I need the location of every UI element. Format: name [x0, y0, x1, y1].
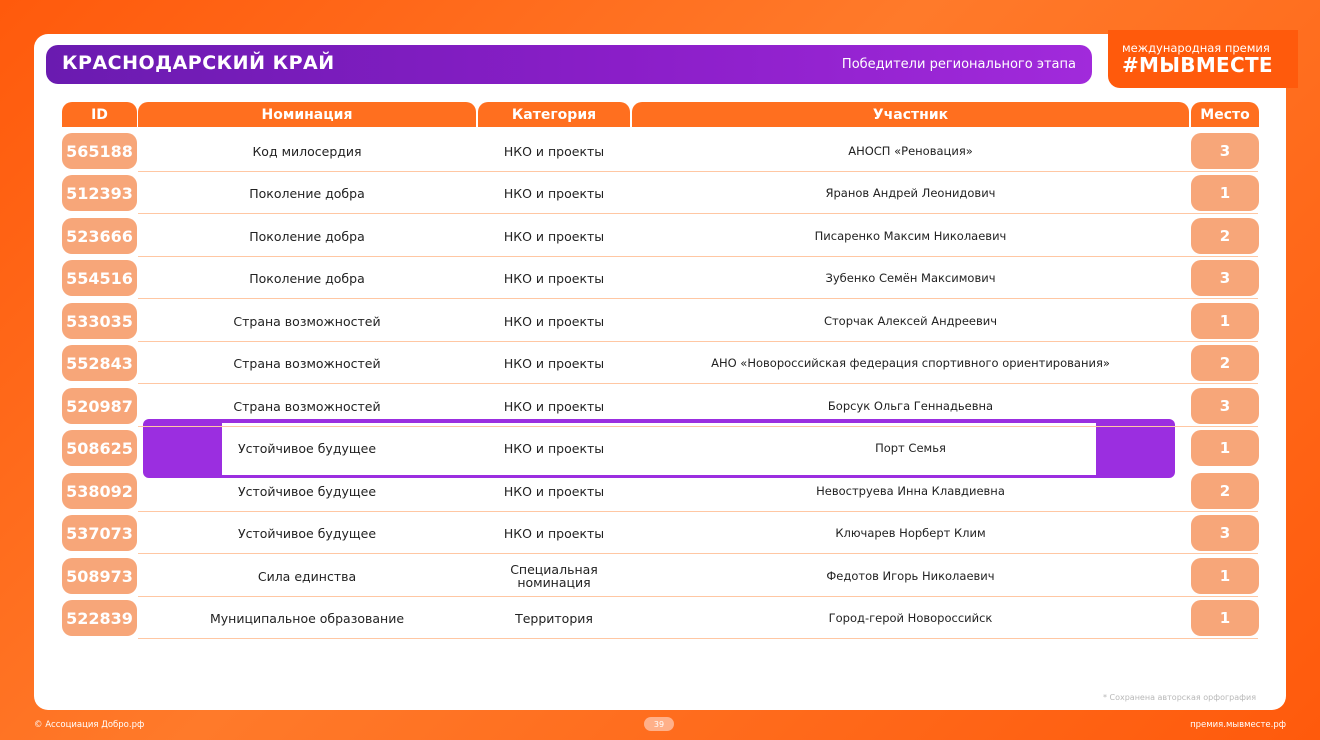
- row-id: 508973: [62, 558, 137, 594]
- row-participant: Ключарев Норберт Клим: [835, 525, 986, 540]
- col-header-participant: Участник: [632, 102, 1189, 127]
- row-participant: Зубенко Семён Максимович: [825, 270, 996, 285]
- row-place: 3: [1191, 260, 1259, 296]
- row-nomination: Поколение добра: [249, 185, 365, 201]
- row-id: 508625: [62, 430, 137, 466]
- row-id: 522839: [62, 600, 137, 636]
- row-category: НКО и проекты: [503, 355, 605, 371]
- row-id: 520987: [62, 388, 137, 424]
- row-participant: Яранов Андрей Леонидович: [825, 185, 996, 200]
- row-nomination: Муниципальное образование: [209, 610, 405, 626]
- row-place: 3: [1191, 515, 1259, 551]
- row-category: НКО и проекты: [503, 483, 605, 499]
- row-participant: Федотов Игорь Николаевич: [826, 568, 995, 583]
- row-participant: Порт Семья: [875, 440, 946, 455]
- row-place: 2: [1191, 218, 1259, 254]
- row-category: НКО и проекты: [503, 185, 605, 201]
- row-nomination: Страна возможностей: [233, 313, 381, 329]
- row-nomination: Поколение добра: [249, 228, 365, 244]
- row-place: 1: [1191, 175, 1259, 211]
- row-id: 538092: [62, 473, 137, 509]
- page-number: 39: [644, 717, 674, 731]
- row-place: 1: [1191, 558, 1259, 594]
- row-category: НКО и проекты: [503, 228, 605, 244]
- row-id: 554516: [62, 260, 137, 296]
- footer-copyright: © Ассоциация Добро.рф: [34, 720, 145, 730]
- region-title: КРАСНОДАРСКИЙ КРАЙ: [62, 52, 335, 74]
- row-nomination: Сила единства: [257, 568, 357, 584]
- table-row: 512393 Поколение добра НКО и проекты Яра…: [0, 172, 1320, 214]
- col-header-category: Категория: [478, 102, 630, 127]
- row-category: НКО и проекты: [503, 270, 605, 286]
- spelling-note: * Сохранена авторская орфография: [1102, 693, 1256, 702]
- row-divider: [138, 638, 1258, 639]
- row-category: НКО и проекты: [503, 143, 605, 159]
- row-id: 523666: [62, 218, 137, 254]
- row-category: Территория: [515, 610, 593, 626]
- row-place: 3: [1191, 133, 1259, 169]
- row-id: 552843: [62, 345, 137, 381]
- row-participant: АНОСП «Реновация»: [848, 143, 973, 158]
- row-place: 3: [1191, 388, 1259, 424]
- row-place: 2: [1191, 345, 1259, 381]
- row-divider: [138, 213, 1258, 214]
- table-row: 522839 Муниципальное образование Террито…: [0, 597, 1320, 639]
- table-row: 537073 Устойчивое будущее НКО и проекты …: [0, 512, 1320, 554]
- table-row: 538092 Устойчивое будущее НКО и проекты …: [0, 470, 1320, 512]
- table-row: 533035 Страна возможностей НКО и проекты…: [0, 300, 1320, 342]
- row-participant: Город-герой Новороссийск: [828, 610, 993, 625]
- subtitle: Победители регионального этапа: [841, 57, 1076, 72]
- table-row: 523666 Поколение добра НКО и проекты Пис…: [0, 215, 1320, 257]
- row-category: Специальная номинация: [510, 562, 598, 590]
- row-participant: Борсук Ольга Геннадьевна: [827, 398, 994, 413]
- row-id: 565188: [62, 133, 137, 169]
- row-participant: Писаренко Максим Николаевич: [814, 228, 1007, 243]
- col-header-place: Место: [1191, 102, 1259, 127]
- table-row: 520987 Страна возможностей НКО и проекты…: [0, 385, 1320, 427]
- row-nomination: Устойчивое будущее: [237, 440, 377, 456]
- row-participant: АНО «Новороссийская федерация спортивног…: [711, 355, 1110, 370]
- table-row: 508973 Сила единства Специальная номинац…: [0, 555, 1320, 597]
- col-header-id: ID: [62, 102, 137, 127]
- table-row: 565188 Код милосердия НКО и проекты АНОС…: [0, 130, 1320, 172]
- row-nomination: Код милосердия: [252, 143, 362, 159]
- row-nomination: Устойчивое будущее: [237, 525, 377, 541]
- row-place: 1: [1191, 600, 1259, 636]
- row-divider: [138, 298, 1258, 299]
- footer-site: премия.мывместе.рф: [1190, 720, 1286, 730]
- row-category: НКО и проекты: [503, 525, 605, 541]
- row-place: 1: [1191, 303, 1259, 339]
- row-category: НКО и проекты: [503, 313, 605, 329]
- row-nomination: Страна возможностей: [233, 398, 381, 414]
- row-place: 2: [1191, 473, 1259, 509]
- row-nomination: Страна возможностей: [233, 355, 381, 371]
- row-participant: Невоструева Инна Клавдиевна: [816, 483, 1005, 498]
- row-id: 512393: [62, 175, 137, 211]
- row-divider: [138, 383, 1258, 384]
- row-nomination: Устойчивое будущее: [237, 483, 377, 499]
- row-id: 533035: [62, 303, 137, 339]
- row-participant: Сторчак Алексей Андреевич: [823, 313, 998, 328]
- row-place: 1: [1191, 430, 1259, 466]
- award-hashtag: #МЫВМЕСТЕ: [1122, 53, 1273, 77]
- table-row-highlighted: 508625 Устойчивое будущее НКО и проекты …: [0, 427, 1320, 469]
- row-id: 537073: [62, 515, 137, 551]
- row-category: НКО и проекты: [503, 398, 605, 414]
- table-row: 554516 Поколение добра НКО и проекты Зуб…: [0, 257, 1320, 299]
- row-nomination: Поколение добра: [249, 270, 365, 286]
- col-header-nomination: Номинация: [138, 102, 476, 127]
- table-row: 552843 Страна возможностей НКО и проекты…: [0, 342, 1320, 384]
- row-divider: [138, 553, 1258, 554]
- row-category: НКО и проекты: [503, 440, 605, 456]
